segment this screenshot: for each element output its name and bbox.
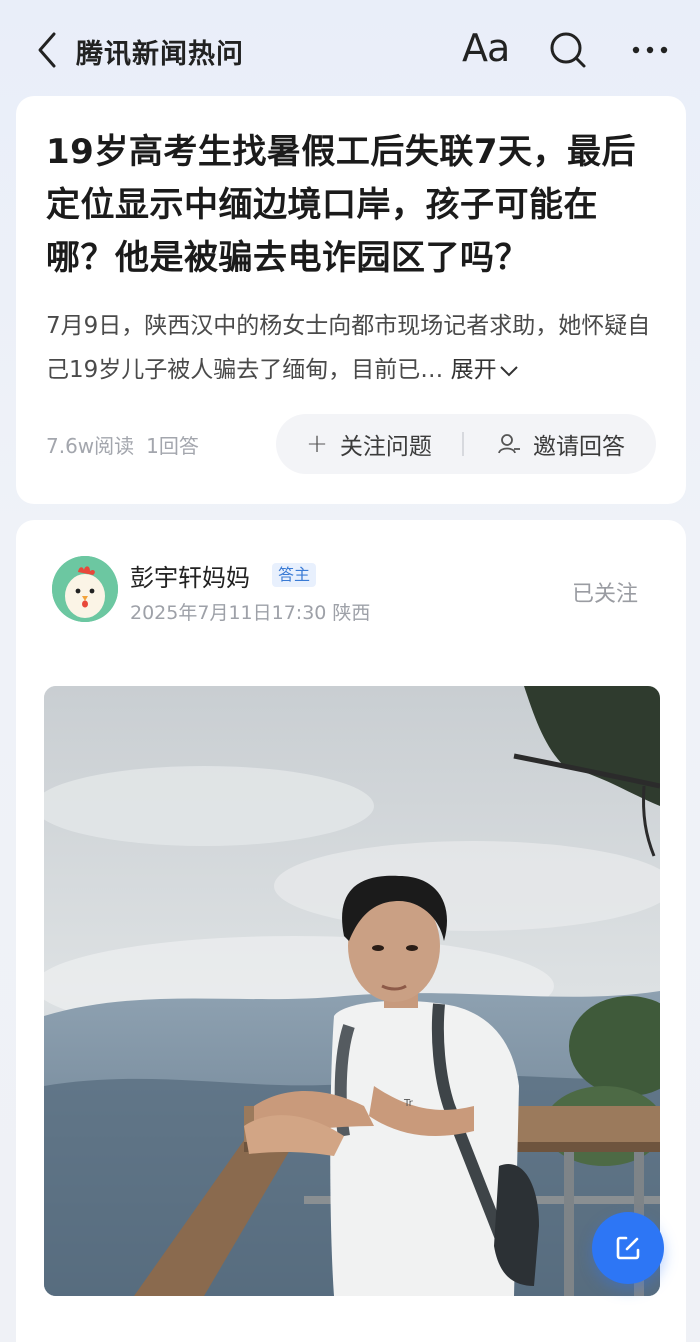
expand-button[interactable]: 展开 xyxy=(451,357,519,383)
compose-answer-button[interactable] xyxy=(592,1212,664,1284)
back-icon[interactable] xyxy=(32,30,68,70)
search-icon[interactable] xyxy=(548,30,588,70)
question-title[interactable]: 19岁高考生找暑假工后失联7天，最后定位显示中缅边境口岸，孩子可能在哪？他是被骗… xyxy=(46,126,658,285)
question-excerpt[interactable]: 7月9日，陕西汉中的杨女士向都市现场记者求助，她怀疑自己19岁儿子被人骗去了缅甸… xyxy=(46,304,660,392)
divider xyxy=(462,432,464,456)
question-card: 19岁高考生找暑假工后失联7天，最后定位显示中缅边境口岸，孩子可能在哪？他是被骗… xyxy=(16,96,686,504)
invite-answer-label: 邀请回答 xyxy=(533,434,625,460)
plus-icon: + xyxy=(306,429,328,459)
top-bar: 腾讯新闻热问 Aa xyxy=(0,0,700,96)
invite-answer-button[interactable]: 邀请回答 xyxy=(466,414,656,474)
expand-label: 展开 xyxy=(450,357,497,383)
avatar[interactable] xyxy=(52,556,118,622)
author-badge: 答主 xyxy=(272,563,317,587)
invite-user-icon xyxy=(498,434,520,454)
font-size-icon[interactable]: Aa xyxy=(462,26,510,70)
photo-illustration: Tr xyxy=(44,686,660,1296)
excerpt-text: 7月9日，陕西汉中的杨女士向都市现场记者求助，她怀疑自己19岁儿子被人骗去了缅甸… xyxy=(46,313,651,383)
follow-question-label: 关注问题 xyxy=(339,434,432,460)
answer-card: 彭宇轩妈妈 答主 2025年7月11日17:30 陕西 已关注 Tr xyxy=(16,520,686,1342)
more-icon[interactable] xyxy=(630,36,670,64)
follow-question-button[interactable]: + 关注问题 xyxy=(276,414,462,474)
edit-icon xyxy=(616,1236,640,1260)
answer-meta: 2025年7月11日17:30 陕西 xyxy=(130,598,370,625)
answer-photo[interactable]: Tr xyxy=(44,686,660,1296)
page-title: 腾讯新闻热问 xyxy=(76,39,244,70)
followed-button[interactable]: 已关注 xyxy=(572,576,638,608)
chicken-avatar-icon xyxy=(52,556,118,622)
read-count: 7.6w阅读 xyxy=(46,434,135,458)
page: 腾讯新闻热问 Aa 19岁高考生找暑假工后失联7天，最后定位显示中缅边境口岸，孩… xyxy=(0,0,700,1342)
svg-text:Tr: Tr xyxy=(403,1098,414,1109)
answer-location: 陕西 xyxy=(332,602,371,624)
answer-timestamp: 2025年7月11日17:30 xyxy=(130,602,327,624)
question-actions: + 关注问题 邀请回答 xyxy=(276,414,656,474)
author-name[interactable]: 彭宇轩妈妈 xyxy=(130,558,250,593)
question-stats: 7.6w阅读 1回答 xyxy=(46,430,211,459)
answer-count: 1回答 xyxy=(146,434,199,458)
chevron-down-icon xyxy=(499,365,518,376)
